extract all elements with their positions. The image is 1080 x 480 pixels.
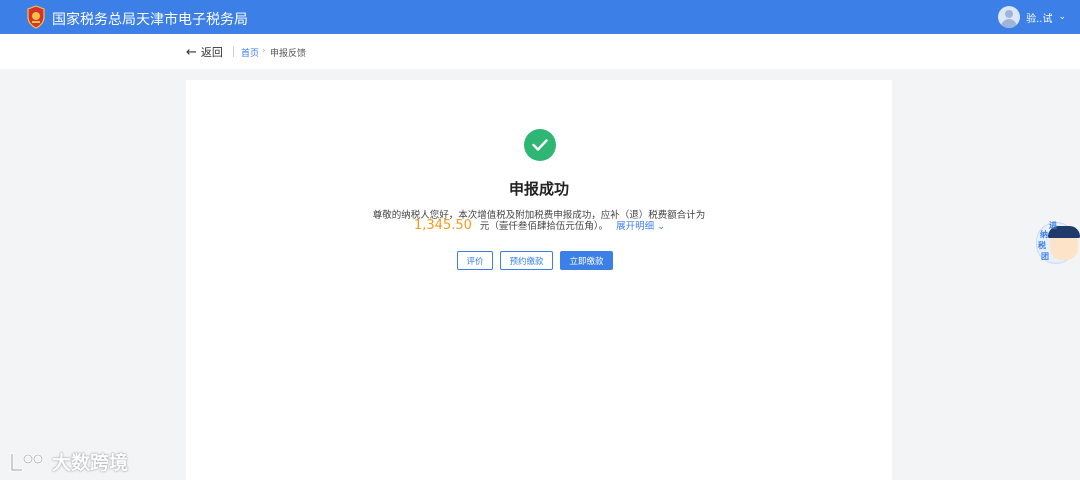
- expand-details-label: 展开明细: [616, 221, 655, 232]
- watermark: 大数跨境: [8, 448, 128, 475]
- user-menu[interactable]: 验..试 ⌄: [998, 6, 1066, 28]
- breadcrumb-home-link[interactable]: 首页: [241, 46, 259, 59]
- chevron-down-icon: ⌄: [657, 221, 666, 232]
- breadcrumb-separator: ›: [262, 46, 266, 56]
- breadcrumb-current: 申报反馈: [270, 49, 307, 59]
- assistant-label-char: 团: [1041, 252, 1049, 261]
- assistant-label-char: 纳: [1040, 230, 1048, 239]
- amount-in-words: （壹仟叁佰肆拾伍元伍角）。: [489, 221, 609, 232]
- assistant-label-char: 税: [1038, 241, 1046, 250]
- watermark-logo-icon: [10, 452, 44, 471]
- avatar: [998, 6, 1021, 28]
- tax-emblem-logo: [26, 5, 46, 29]
- check-circle-icon: [524, 129, 556, 161]
- assistant-float-button[interactable]: 进 纳 税 团: [1036, 220, 1080, 268]
- assistant-label-char: 进: [1049, 221, 1057, 230]
- schedule-payment-button[interactable]: 预约缴款: [500, 251, 553, 270]
- back-button[interactable]: ← 返回: [186, 44, 223, 60]
- breadcrumb: ← 返回 首页 › 申报反馈: [0, 34, 1080, 69]
- amount-unit: 元: [479, 221, 490, 232]
- expand-details-link[interactable]: 展开明细 ⌄: [616, 218, 665, 232]
- user-name: 验..试: [1026, 13, 1053, 25]
- action-buttons: 评价 预约缴款 立即缴款: [457, 251, 613, 270]
- amount-line: 1,345.50 元 （壹仟叁佰肆拾伍元伍角）。 展开明细 ⌄: [414, 218, 665, 233]
- arrow-left-icon: ←: [186, 44, 197, 60]
- site-title: 国家税务总局天津市电子税务局: [52, 12, 248, 28]
- watermark-text: 大数跨境: [52, 452, 129, 474]
- back-label: 返回: [200, 46, 223, 59]
- chevron-down-icon: ⌄: [1058, 12, 1066, 22]
- tax-amount: 1,345.50: [414, 218, 472, 233]
- pay-now-button[interactable]: 立即缴款: [560, 251, 613, 270]
- top-header: 国家税务总局天津市电子税务局 验..试 ⌄: [0, 0, 1080, 34]
- divider: [233, 46, 234, 57]
- evaluate-button[interactable]: 评价: [457, 251, 493, 270]
- result-title: 申报成功: [508, 180, 569, 198]
- result-card: 申报成功 尊敬的纳税人您好，本次增值税及附加税费申报成功，应补（退）税费额合计为…: [186, 80, 892, 480]
